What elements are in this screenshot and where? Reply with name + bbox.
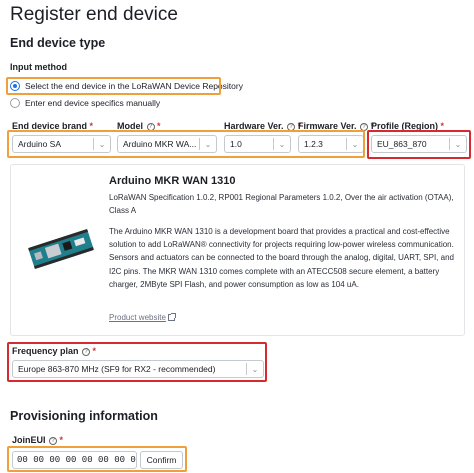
radio-manual[interactable]: Enter end device specifics manually xyxy=(10,96,160,110)
section-title-device-type: End device type xyxy=(10,36,106,50)
help-icon: ? xyxy=(287,123,296,131)
profile-label: Profile (Region) * xyxy=(371,121,445,131)
help-icon: ? xyxy=(146,123,155,131)
required-mark: * xyxy=(92,346,97,356)
joineui-input[interactable]: 00 00 00 00 00 00 00 00 xyxy=(12,451,137,469)
required-mark: * xyxy=(89,121,94,131)
page-title: Register end device xyxy=(10,4,178,25)
chevron-down-icon[interactable]: ⌄ xyxy=(347,140,363,149)
required-mark: * xyxy=(157,121,161,131)
input-method-label: Input method xyxy=(10,62,67,72)
device-name: Arduino MKR WAN 1310 xyxy=(109,175,236,187)
device-spec: LoRaWAN Specification 1.0.2, RP001 Regio… xyxy=(109,193,454,215)
chevron-down-icon[interactable]: ⌄ xyxy=(200,140,216,149)
help-icon: ? xyxy=(49,437,58,445)
model-select[interactable]: Arduino MKR WA... ⌄ xyxy=(117,135,217,153)
external-link-icon xyxy=(167,313,176,321)
frequency-plan-label: Frequency plan ? * xyxy=(12,346,97,356)
model-label: Model ? * xyxy=(117,121,161,131)
product-website-link[interactable]: Product website xyxy=(109,313,176,322)
brand-value: Arduino SA xyxy=(18,139,61,149)
hardware-label: Hardware Ver. ? * xyxy=(224,121,302,131)
radio-repository-label: Select the end device in the LoRaWAN Dev… xyxy=(25,81,243,91)
required-mark: * xyxy=(59,435,64,445)
profile-value: EU_863_870 xyxy=(377,139,427,149)
chevron-down-icon[interactable]: ⌄ xyxy=(450,140,466,149)
chevron-down-icon[interactable]: ⌄ xyxy=(94,140,110,149)
radio-repository[interactable]: Select the end device in the LoRaWAN Dev… xyxy=(10,79,243,93)
section-title-provisioning: Provisioning information xyxy=(10,409,158,423)
help-icon: ? xyxy=(360,123,369,131)
frequency-plan-value: Europe 863-870 MHz (SF9 for RX2 - recomm… xyxy=(18,364,216,374)
confirm-button[interactable]: Confirm xyxy=(140,451,183,469)
required-mark: * xyxy=(440,121,445,131)
firmware-select[interactable]: 1.2.3 ⌄ xyxy=(298,135,364,153)
device-board-image xyxy=(28,228,94,270)
joineui-label: JoinEUI ? * xyxy=(12,435,64,445)
device-description: The Arduino MKR WAN 1310 is a developmen… xyxy=(109,227,454,289)
hardware-select[interactable]: 1.0 ⌄ xyxy=(224,135,291,153)
radio-manual-label: Enter end device specifics manually xyxy=(25,98,161,108)
help-icon: ? xyxy=(82,348,91,356)
chevron-down-icon[interactable]: ⌄ xyxy=(274,140,290,149)
radio-button[interactable] xyxy=(10,98,20,108)
firmware-value: 1.2.3 xyxy=(304,139,323,149)
hardware-value: 1.0 xyxy=(230,139,242,149)
brand-label: End device brand * xyxy=(12,121,94,131)
brand-select[interactable]: Arduino SA ⌄ xyxy=(12,135,111,153)
product-website-label: Product website xyxy=(109,313,166,322)
profile-select[interactable]: EU_863_870 ⌄ xyxy=(371,135,467,153)
chevron-down-icon[interactable]: ⌄ xyxy=(247,365,263,374)
model-value: Arduino MKR WA... xyxy=(123,139,197,149)
firmware-label: Firmware Ver. ? * xyxy=(298,121,375,131)
radio-button-selected[interactable] xyxy=(10,81,20,91)
frequency-plan-select[interactable]: Europe 863-870 MHz (SF9 for RX2 - recomm… xyxy=(12,360,264,378)
